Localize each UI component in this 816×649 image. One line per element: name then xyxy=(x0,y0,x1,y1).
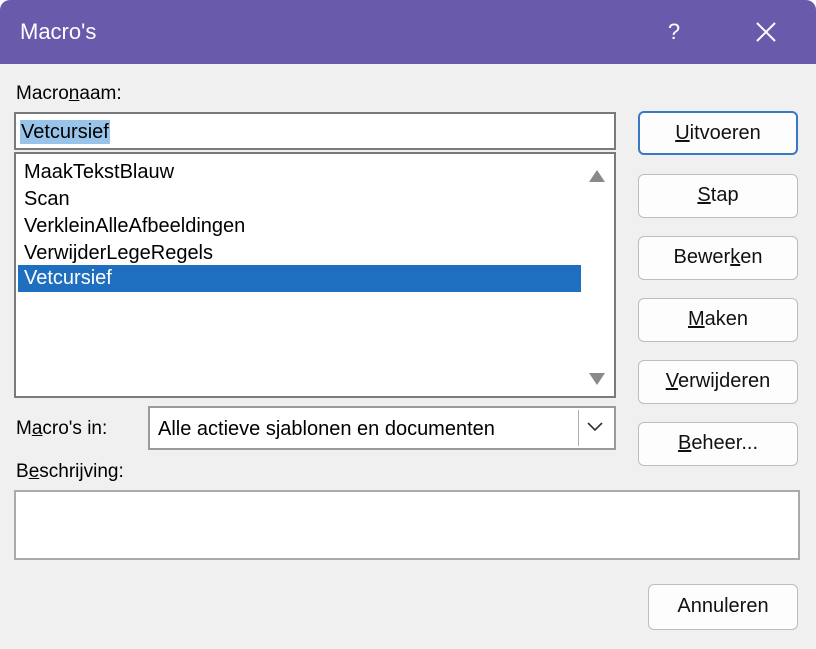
list-item[interactable]: VerwijderLegeRegels xyxy=(18,240,581,267)
macros-in-dropdown[interactable]: Alle actieve sjablonen en documenten xyxy=(148,406,616,450)
list-item-selected[interactable]: Vetcursief xyxy=(18,265,581,292)
cancel-button[interactable]: Annuleren xyxy=(648,584,798,630)
dropdown-button[interactable] xyxy=(578,410,612,446)
close-button[interactable] xyxy=(746,12,786,52)
step-button[interactable]: Stap xyxy=(638,174,798,218)
macros-dialog: Macro's ? Macronaam: Vetcursief MaakTeks… xyxy=(0,0,816,649)
title-bar: Macro's ? xyxy=(0,0,816,64)
organizer-button[interactable]: Beheer... xyxy=(638,422,798,466)
list-item[interactable]: MaakTekstBlauw xyxy=(18,159,581,186)
macro-name-value: Vetcursief xyxy=(20,120,110,144)
close-icon xyxy=(756,22,776,42)
list-item[interactable]: VerkleinAlleAfbeeldingen xyxy=(18,213,581,240)
create-button[interactable]: Maken xyxy=(638,298,798,342)
macro-name-input[interactable]: Vetcursief xyxy=(14,112,616,150)
edit-button[interactable]: Bewerken xyxy=(638,236,798,280)
chevron-down-icon xyxy=(587,422,603,432)
macros-in-value: Alle actieve sjablonen en documenten xyxy=(158,418,495,440)
window-title: Macro's xyxy=(20,19,97,44)
help-button[interactable]: ? xyxy=(656,12,692,52)
description-label: Beschrijving: xyxy=(16,461,124,482)
macro-name-label: Macronaam: xyxy=(16,83,122,104)
macro-list[interactable]: MaakTekstBlauw Scan VerkleinAlleAfbeeldi… xyxy=(14,152,616,398)
description-field xyxy=(14,490,800,560)
run-button[interactable]: Uitvoeren xyxy=(638,111,798,155)
delete-button[interactable]: Verwijderen xyxy=(638,360,798,404)
list-item[interactable]: Scan xyxy=(18,186,581,213)
triangle-down-icon[interactable] xyxy=(588,372,606,386)
triangle-up-icon[interactable] xyxy=(588,169,606,183)
macros-in-label: Macro's in: xyxy=(16,418,108,439)
